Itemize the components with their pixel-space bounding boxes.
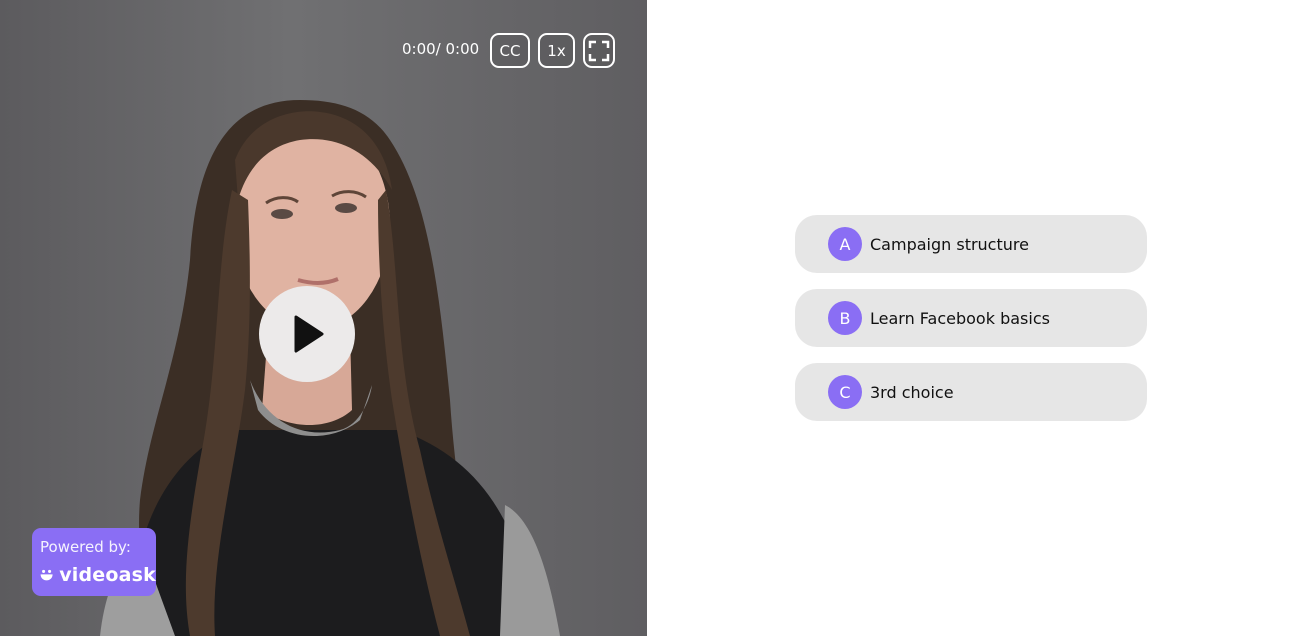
choice-letter-badge: B	[828, 301, 862, 335]
powered-by-badge[interactable]: Powered by: videoask	[32, 528, 156, 596]
play-icon	[294, 315, 324, 353]
choice-label: Learn Facebook basics	[870, 308, 1050, 328]
brand-name: videoask	[59, 564, 156, 586]
video-player[interactable]: 0:00/ 0:00 CC 1x Powered by: videoask	[0, 0, 647, 636]
smile-icon	[40, 569, 53, 581]
choice-letter-badge: C	[828, 375, 862, 409]
speed-label: 1x	[547, 41, 566, 60]
fullscreen-icon	[588, 40, 610, 61]
time-readout: 0:00/ 0:00	[402, 40, 480, 58]
choice-label: Campaign structure	[870, 234, 1029, 254]
choice-a[interactable]: A Campaign structure	[795, 215, 1147, 273]
choice-c[interactable]: C 3rd choice	[795, 363, 1147, 421]
cc-label: CC	[499, 41, 521, 60]
playback-speed-button[interactable]: 1x	[538, 33, 575, 68]
powered-by-label: Powered by:	[40, 538, 131, 556]
brand-row: videoask	[40, 564, 156, 586]
cc-button[interactable]: CC	[490, 33, 530, 68]
choice-letter-badge: A	[828, 227, 862, 261]
choice-label: 3rd choice	[870, 382, 954, 402]
fullscreen-button[interactable]	[583, 33, 615, 68]
play-button[interactable]	[259, 286, 355, 382]
choice-b[interactable]: B Learn Facebook basics	[795, 289, 1147, 347]
